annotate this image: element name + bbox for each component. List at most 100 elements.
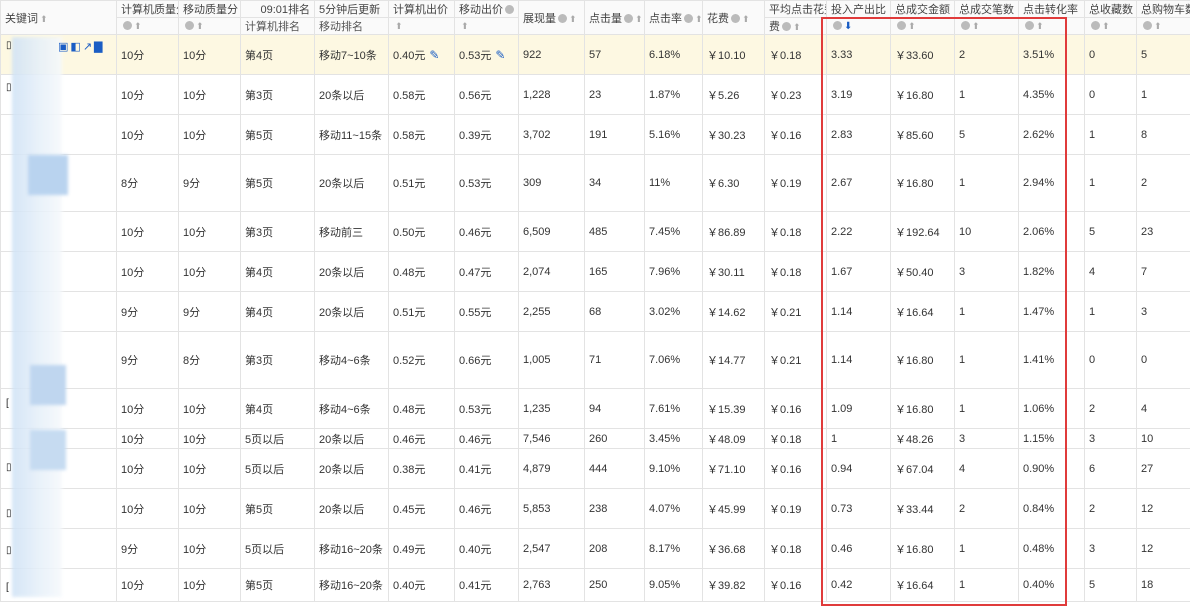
question-icon[interactable] (684, 13, 693, 23)
cell-mobile-bid[interactable]: 0.46元 (454, 211, 519, 252)
sort-arrow-icon[interactable]: ⬆ (134, 21, 142, 32)
cell-pc-bid[interactable]: 0.40元 (388, 568, 455, 602)
sort-arrow-icon[interactable]: ⬆ (1102, 21, 1110, 32)
cell-mobile-bid[interactable]: 0.66元 (454, 331, 519, 389)
header-mobile-bid-sort[interactable]: ⬆ (454, 17, 519, 35)
sort-arrow-icon[interactable]: ⬆ (1036, 21, 1044, 32)
header-roi[interactable]: 投入产出比 (826, 0, 891, 18)
cell-total-gmv: ￥192.64 (890, 211, 955, 252)
pencil-icon[interactable]: ✎ (495, 48, 505, 62)
header-fav-sort[interactable]: ⬆ (1084, 17, 1137, 35)
cell-mobile-bid[interactable]: 0.47元 (454, 251, 519, 292)
header-mobile-bid[interactable]: 移动出价 (454, 0, 519, 18)
cell-mobile-bid[interactable]: 0.46元 (454, 428, 519, 449)
cell-pc-bid[interactable]: 0.40元 ✎ (388, 34, 455, 75)
header-avg-cpc-sort[interactable]: 费 ⬆ (764, 17, 827, 35)
header-gmv-sort[interactable]: ⬆ (890, 17, 955, 35)
question-icon[interactable] (558, 13, 567, 23)
cell-mobile-bid[interactable]: 0.53元 (454, 388, 519, 429)
cell-mobile-rank: 20条以后 (314, 448, 389, 489)
chart-icon[interactable]: ▣ (58, 41, 70, 53)
sort-arrow-icon[interactable]: ⬆ (972, 21, 980, 32)
table-row: 8分 9分 第5页 20条以后 0.51元 0.53元 309 34 11% ￥6.30 ￥0.19… (0, 154, 1190, 212)
cell-pc-bid[interactable]: 0.38元 (388, 448, 455, 489)
pencil-icon[interactable]: ✎ (429, 48, 439, 62)
sort-arrow-icon[interactable]: ⬆ (40, 14, 48, 25)
header-cvr-sort[interactable]: ⬆ (1018, 17, 1085, 35)
sort-arrow-icon[interactable]: ⬆ (793, 22, 801, 33)
cell-pc-bid[interactable]: 0.49元 (388, 528, 455, 569)
cell-mobile-bid[interactable]: 0.40元 (454, 528, 519, 569)
question-icon[interactable] (185, 21, 194, 30)
sort-arrow-icon[interactable]: ⬆ (1154, 21, 1162, 32)
header-total-gmv[interactable]: 总成交金额 (890, 0, 955, 18)
sort-arrow-icon[interactable]: ⬆ (196, 21, 204, 32)
question-icon[interactable] (897, 21, 906, 30)
header-cvr[interactable]: 点击转化率 (1018, 0, 1085, 18)
header-orders-sort[interactable]: ⬆ (954, 17, 1019, 35)
header-pc-quality-sort[interactable]: ⬆ (116, 17, 179, 35)
cell-pc-bid[interactable]: 0.51元 (388, 291, 455, 332)
question-icon[interactable] (1091, 21, 1100, 30)
header-keyword[interactable]: 关键词 ⬆ (0, 0, 117, 35)
header-clicks[interactable]: 点击量 ⬆ (584, 0, 645, 35)
header-cost[interactable]: 花费 ⬆ (702, 0, 765, 35)
question-icon[interactable] (505, 5, 514, 14)
cell-mobile-bid[interactable]: 0.46元 (454, 488, 519, 529)
header-total-orders[interactable]: 总成交笔数 (954, 0, 1019, 18)
question-icon[interactable] (123, 21, 132, 30)
cell-mobile-bid[interactable]: 0.39元 (454, 114, 519, 155)
copy-icon[interactable]: ◧ (70, 41, 82, 53)
cell-mobile-bid[interactable]: 0.53元 ✎ (454, 34, 519, 75)
question-icon[interactable] (731, 13, 740, 23)
header-pc-bid[interactable]: 计算机出价 (388, 0, 455, 18)
header-mobile-quality[interactable]: 移动质量分 (178, 0, 241, 18)
header-ctr[interactable]: 点击率 ⬆ (644, 0, 703, 35)
cell-mobile-bid[interactable]: 0.56元 (454, 74, 519, 115)
cell-pc-bid[interactable]: 0.48元 (388, 388, 455, 429)
header-avg-cpc[interactable]: 平均点击花费 (764, 0, 827, 18)
cell-pc-bid[interactable]: 0.45元 (388, 488, 455, 529)
header-mobile-quality-sort[interactable]: ⬆ (178, 17, 241, 35)
table-row: 9分 9分 第4页 20条以后 0.51元 0.55元 2,255 68 3.02% ￥14.62… (0, 291, 1190, 332)
cell-roi: 1.67 (826, 251, 891, 292)
cell-pc-bid[interactable]: 0.50元 (388, 211, 455, 252)
header-favorites[interactable]: 总收藏数 (1084, 0, 1137, 18)
cell-mobile-bid[interactable]: 0.55元 (454, 291, 519, 332)
sort-down-active-icon[interactable]: ⬇ (844, 21, 852, 32)
cell-mobile-bid[interactable]: 0.41元 (454, 448, 519, 489)
sort-arrow-icon[interactable]: ⬆ (695, 14, 702, 25)
cell-pc-rank: 第5页 (240, 154, 315, 212)
question-icon[interactable] (782, 22, 791, 31)
sort-arrow-icon[interactable]: ⬆ (395, 21, 403, 32)
sort-arrow-icon[interactable]: ⬆ (461, 21, 469, 32)
cell-mobile-bid[interactable]: 0.53元 (454, 154, 519, 212)
trend-icon[interactable]: ↗ (83, 41, 94, 53)
sort-arrow-icon[interactable]: ⬆ (635, 14, 643, 25)
question-icon[interactable] (833, 21, 842, 30)
cell-pc-bid[interactable]: 0.46元 (388, 428, 455, 449)
trash-icon[interactable]: ▇ (94, 41, 104, 53)
question-icon[interactable] (1025, 21, 1034, 30)
device-icon: ▯ (6, 462, 12, 473)
sort-arrow-icon[interactable]: ⬆ (908, 21, 916, 32)
header-impressions[interactable]: 展现量 ⬆ (518, 0, 585, 35)
cell-mobile-bid[interactable]: 0.41元 (454, 568, 519, 602)
header-pc-bid-sort[interactable]: ⬆ (388, 17, 455, 35)
header-pc-quality[interactable]: 计算机质量分 (116, 0, 179, 18)
header-cart[interactable]: 总购物车数 (1136, 0, 1190, 18)
question-icon[interactable] (961, 21, 970, 30)
cell-pc-bid[interactable]: 0.48元 (388, 251, 455, 292)
cell-clicks: 34 (584, 154, 645, 212)
cell-pc-bid[interactable]: 0.52元 (388, 331, 455, 389)
cell-pc-bid[interactable]: 0.51元 (388, 154, 455, 212)
keyword-tool-icons[interactable]: ▣◧↗▇ (58, 40, 105, 53)
cell-pc-bid[interactable]: 0.58元 (388, 114, 455, 155)
header-cart-sort[interactable]: ⬆ (1136, 17, 1190, 35)
sort-arrow-icon[interactable]: ⬆ (742, 14, 750, 25)
question-icon[interactable] (624, 13, 633, 23)
header-roi-sort[interactable]: ⬇ (826, 17, 891, 35)
sort-arrow-icon[interactable]: ⬆ (569, 14, 577, 25)
cell-pc-bid[interactable]: 0.58元 (388, 74, 455, 115)
question-icon[interactable] (1143, 21, 1152, 30)
